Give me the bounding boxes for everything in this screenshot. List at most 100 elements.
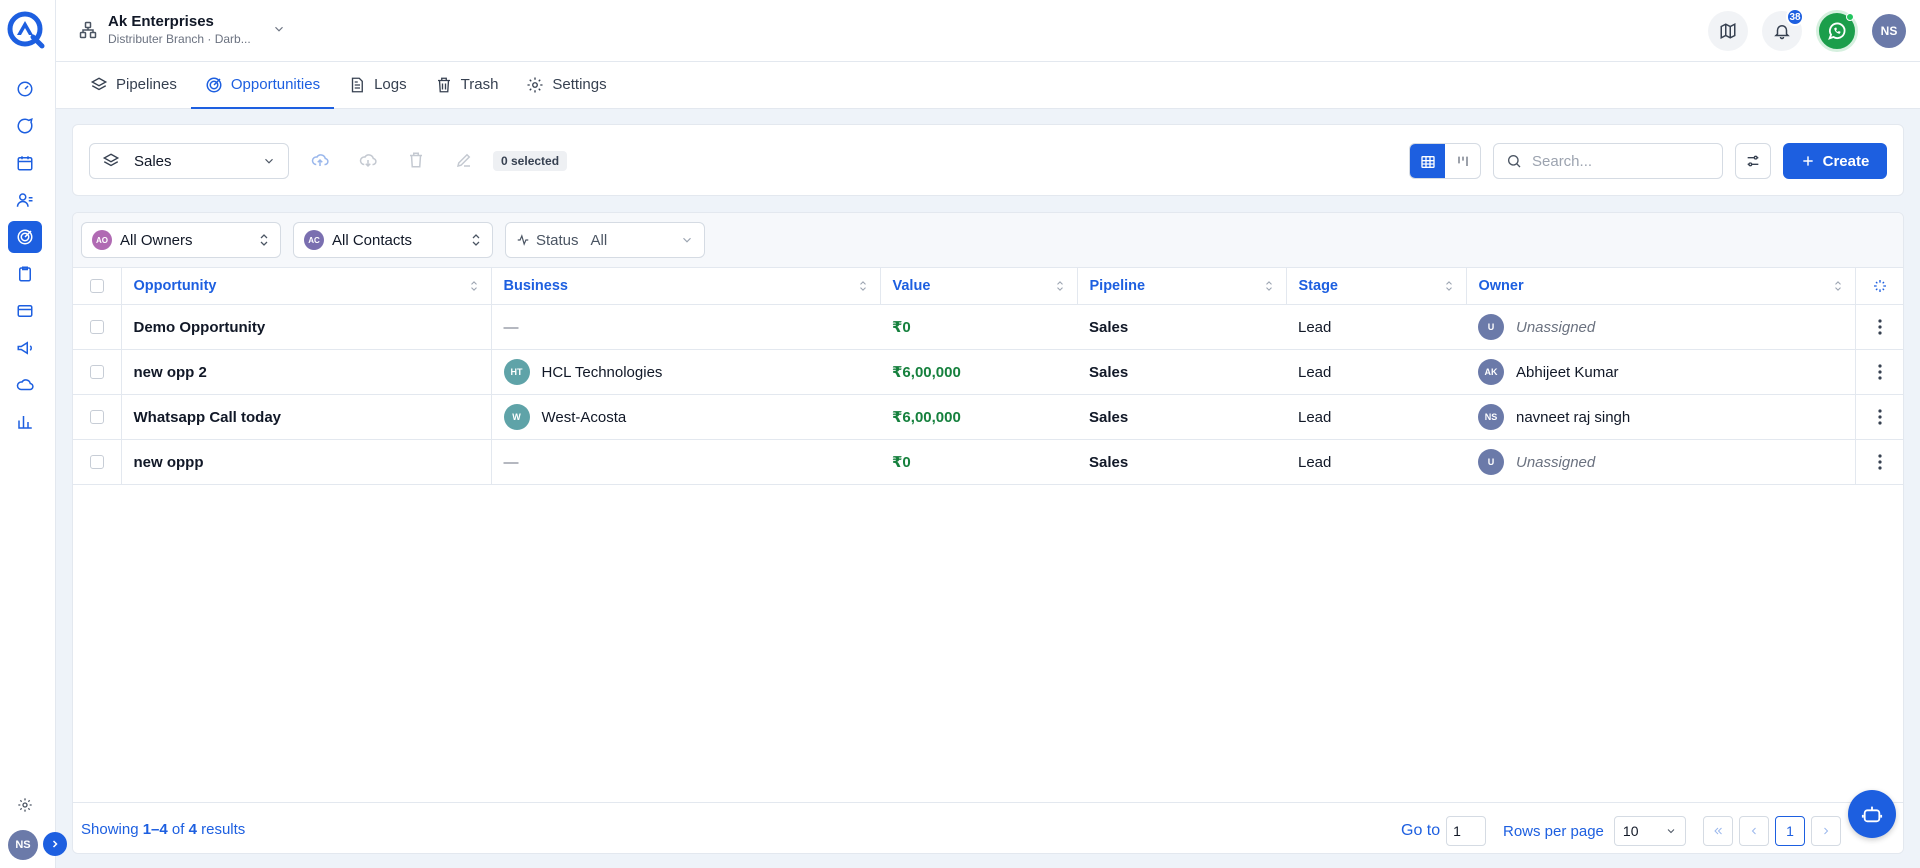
stage-name: Lead [1298, 363, 1332, 381]
sort-updown-icon [469, 279, 479, 293]
megaphone-icon[interactable] [8, 332, 42, 364]
prev-page-button[interactable] [1739, 816, 1769, 846]
value-cell: ₹6,00,000 [880, 394, 1077, 440]
table-row[interactable]: new oppp — ₹0 Sales Lead U Unassigned [73, 439, 1903, 485]
rows-per-page-value: 10 [1622, 823, 1639, 839]
kebab-menu-icon[interactable] [1868, 409, 1894, 425]
column-customize-cell [1855, 267, 1903, 305]
tab-label: Settings [552, 76, 607, 93]
row-checkbox[interactable] [89, 320, 104, 334]
goto-page-input[interactable]: 1 [1446, 816, 1487, 846]
tab-bar: Pipelines Opportunities Logs Trash Setti… [56, 62, 1920, 109]
edit-icon[interactable] [455, 151, 473, 169]
first-page-button[interactable] [1703, 816, 1733, 846]
opportunity-cell: new opp 2 [121, 349, 492, 395]
chevron-down-icon[interactable] [272, 22, 286, 36]
table-row[interactable]: Whatsapp Call today W West-Acosta ₹6,00,0… [73, 394, 1903, 440]
assistant-bot-button[interactable] [1848, 790, 1896, 838]
contact-filter-label: All Contacts [332, 231, 413, 249]
cloud-icon[interactable] [8, 369, 42, 401]
column-header-business[interactable]: Business [491, 267, 881, 305]
trash-icon[interactable] [407, 151, 425, 169]
contacts-icon[interactable] [8, 184, 42, 216]
user-avatar[interactable]: NS [1872, 14, 1906, 48]
table-footer: Showing 1–4 of 4 results Go to 1 Rows pe… [73, 802, 1903, 853]
business-avatar: W [503, 404, 530, 430]
tab-trash[interactable]: Trash [421, 62, 513, 109]
opportunity-name[interactable]: Whatsapp Call today [134, 409, 282, 426]
billing-icon[interactable] [8, 295, 42, 327]
opportunity-name[interactable]: Demo Opportunity [134, 319, 266, 336]
kanban-view-button[interactable] [1445, 144, 1480, 178]
opportunity-name[interactable]: new oppp [134, 454, 204, 471]
chat-icon[interactable] [8, 110, 42, 142]
map-button[interactable] [1708, 11, 1748, 51]
next-page-button[interactable] [1811, 816, 1841, 846]
app-logo[interactable] [6, 10, 46, 50]
table-row[interactable]: new opp 2 HT HCL Technologies ₹6,00,000 S… [73, 349, 1903, 395]
select-all-checkbox[interactable] [89, 279, 104, 293]
value-cell: ₹6,00,000 [880, 349, 1077, 395]
table-view-button[interactable] [1410, 144, 1445, 178]
dashboard-icon[interactable] [8, 73, 42, 105]
column-header-opportunity[interactable]: Opportunity [121, 267, 492, 305]
org-branch: Distributer Branch · Darb... [108, 32, 251, 46]
pipeline-select[interactable]: Sales [89, 143, 289, 179]
owner-cell: U Unassigned [1466, 304, 1856, 350]
value-cell: ₹0 [880, 439, 1077, 485]
kebab-menu-icon[interactable] [1868, 454, 1894, 470]
notifications-button[interactable]: 38 [1762, 8, 1804, 51]
gear-icon[interactable] [8, 789, 42, 821]
sort-updown-icon [858, 279, 868, 293]
expand-sidebar-button[interactable] [43, 832, 67, 856]
row-checkbox[interactable] [89, 410, 104, 424]
column-header-owner[interactable]: Owner [1466, 267, 1856, 305]
sparkle-icon[interactable] [1868, 278, 1894, 294]
layers-icon [102, 152, 120, 170]
search-input[interactable] [1532, 152, 1702, 170]
page-number-button[interactable]: 1 [1775, 816, 1805, 846]
contact-filter-select[interactable]: AC All Contacts [293, 222, 493, 258]
row-select-cell [73, 394, 122, 440]
opportunities-nav-icon[interactable] [8, 221, 42, 253]
row-checkbox[interactable] [89, 455, 104, 469]
column-label: Value [892, 278, 931, 294]
status-filter-select[interactable]: Status All [505, 222, 705, 258]
calendar-icon[interactable] [8, 147, 42, 179]
whatsapp-button[interactable] [1816, 10, 1858, 52]
clipboard-icon[interactable] [8, 258, 42, 290]
create-button[interactable]: Create [1783, 143, 1887, 179]
tab-pipelines[interactable]: Pipelines [76, 62, 191, 109]
kebab-menu-icon[interactable] [1868, 364, 1894, 380]
rows-per-page-select[interactable]: 10 [1613, 816, 1686, 846]
column-header-value[interactable]: Value [880, 267, 1078, 305]
owner-name: navneet raj singh [1516, 408, 1631, 426]
rows-per-page: Rows per page 10 [1503, 816, 1686, 846]
column-label: Stage [1298, 278, 1339, 294]
business-name[interactable]: HCL Technologies [542, 364, 663, 381]
org-switcher[interactable]: Ak Enterprises Distributer Branch · Darb… [78, 13, 251, 47]
sidebar-user-avatar[interactable]: NS [8, 830, 38, 860]
owner-filter-avatar: AO [92, 230, 112, 250]
filter-settings-button[interactable] [1735, 143, 1771, 179]
download-icon[interactable] [359, 151, 377, 169]
goto-label: Go to [1401, 822, 1441, 839]
row-checkbox[interactable] [89, 365, 104, 379]
column-header-pipeline[interactable]: Pipeline [1077, 267, 1287, 305]
stage-cell: Lead [1286, 349, 1466, 395]
pipeline-select-value: Sales [134, 152, 172, 170]
table-row[interactable]: Demo Opportunity — ₹0 Sales Lead U Unassi… [73, 304, 1903, 350]
row-actions-cell [1855, 394, 1903, 440]
rows-per-page-label: Rows per page [1503, 822, 1604, 840]
column-header-stage[interactable]: Stage [1286, 267, 1467, 305]
tab-settings[interactable]: Settings [512, 62, 620, 109]
opportunity-name[interactable]: new opp 2 [134, 364, 207, 381]
reports-icon[interactable] [8, 406, 42, 438]
upload-icon[interactable] [311, 151, 329, 169]
tab-opportunities[interactable]: Opportunities [190, 62, 335, 109]
owner-filter-select[interactable]: AO All Owners [81, 222, 281, 258]
business-name[interactable]: West-Acosta [542, 409, 627, 426]
stage-cell: Lead [1286, 439, 1466, 485]
kebab-menu-icon[interactable] [1868, 319, 1894, 335]
tab-logs[interactable]: Logs [334, 62, 421, 109]
